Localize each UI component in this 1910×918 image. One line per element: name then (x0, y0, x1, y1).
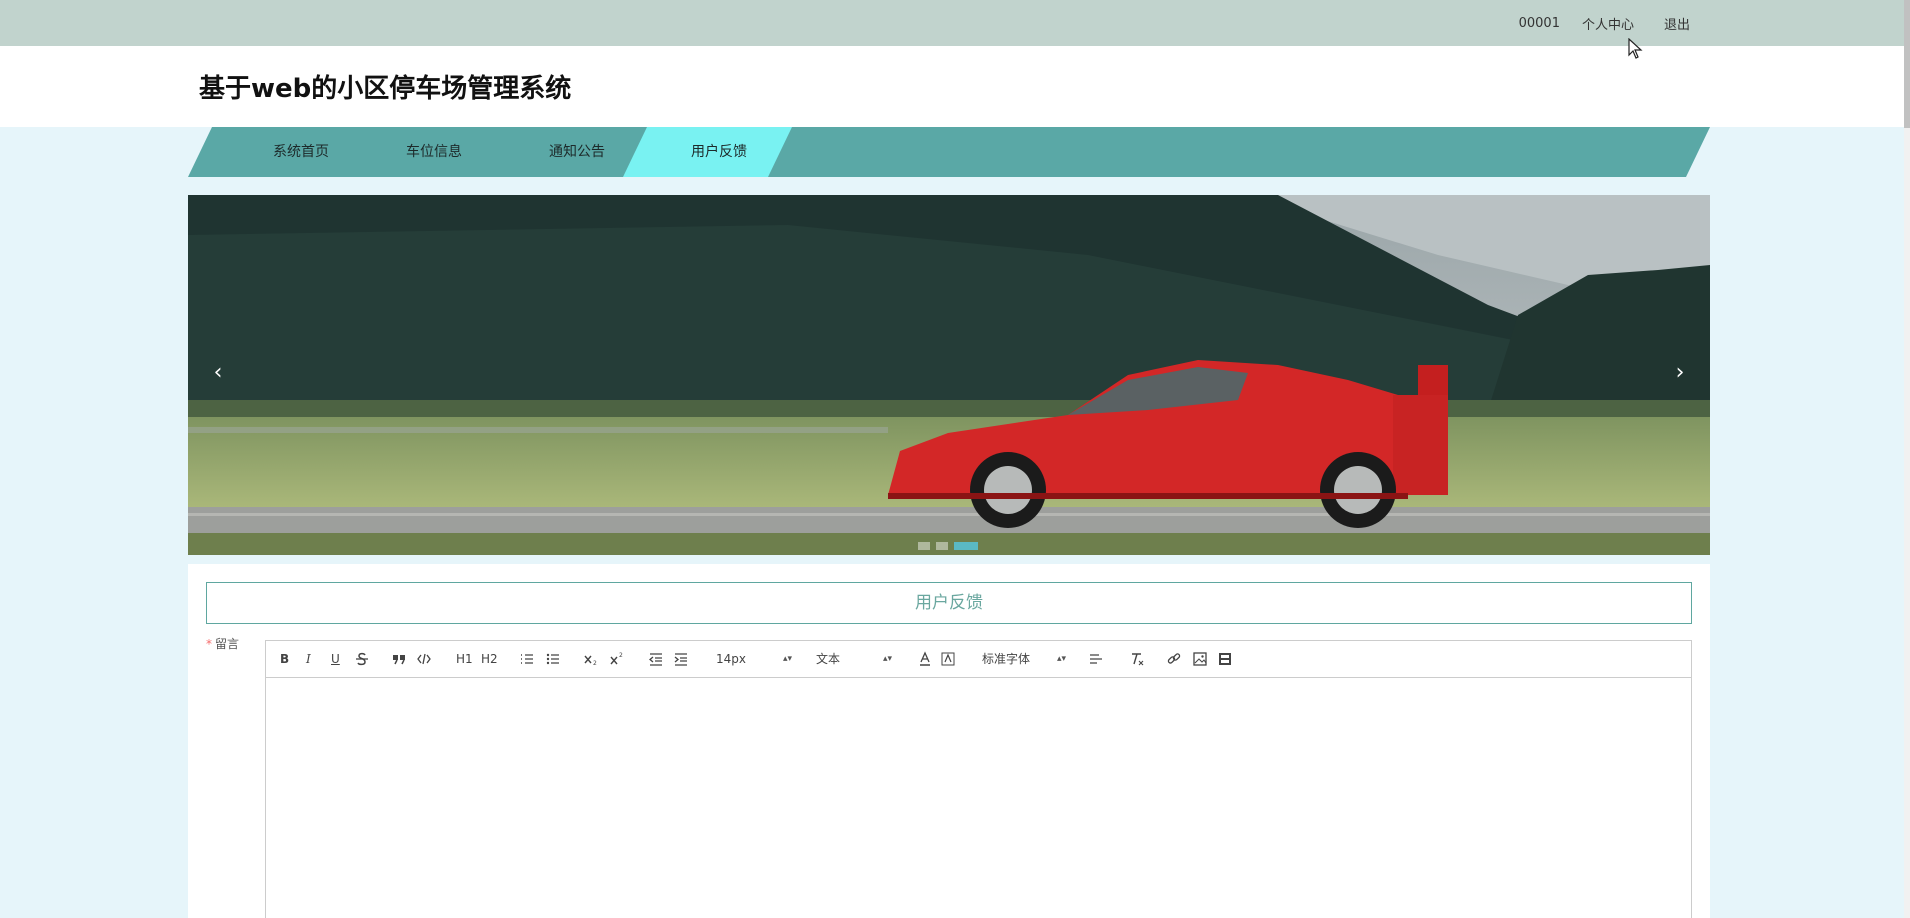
required-mark: * (206, 637, 212, 651)
svg-text:2: 2 (619, 652, 623, 659)
feedback-panel: 用户反馈 * 留言 B I U H1 H2 2 2 14px ▴▾ 文本 ▴▾ 标准字… (188, 564, 1710, 918)
banner-prev-arrow[interactable]: ‹ (208, 360, 228, 385)
header-picker[interactable]: 文本 ▴▾ (816, 649, 892, 669)
subscript-icon[interactable]: 2 (584, 650, 598, 668)
font-color-icon[interactable] (918, 650, 932, 668)
clear-format-icon[interactable] (1130, 650, 1144, 668)
font-size-picker[interactable]: 14px ▴▾ (716, 649, 792, 669)
profile-link[interactable]: 个人中心 (1582, 14, 1634, 33)
mouse-pointer-icon (1628, 38, 1643, 59)
link-icon[interactable] (1167, 650, 1181, 668)
h2-button[interactable]: H2 (481, 650, 498, 668)
site-header: 基于web的小区停车场管理系统 (0, 46, 1904, 127)
code-block-icon[interactable] (417, 650, 431, 668)
blockquote-icon[interactable] (392, 650, 406, 668)
indent-icon[interactable] (674, 650, 688, 668)
user-links: 00001 个人中心 退出 (1519, 0, 1690, 46)
chevron-updown-icon: ▴▾ (782, 654, 792, 664)
superscript-icon[interactable]: 2 (610, 650, 624, 668)
background-color-icon[interactable] (941, 650, 955, 668)
scrollbar-thumb[interactable] (1904, 0, 1910, 128)
nav-item-home[interactable]: 系统首页 (236, 127, 366, 177)
main-nav: 系统首页 车位信息 通知公告 用户反馈 (188, 127, 1710, 177)
underline-button[interactable]: U (331, 650, 340, 668)
page-scrollbar[interactable] (1904, 0, 1910, 918)
banner-image-red-sports-car (188, 195, 1710, 555)
font-size-value: 14px (716, 652, 746, 666)
svg-text:2: 2 (593, 660, 597, 667)
bold-button[interactable]: B (280, 650, 289, 668)
message-label-text: 留言 (215, 637, 240, 651)
feedback-title: 用户反馈 (206, 582, 1692, 624)
bullet-list-icon[interactable] (546, 650, 560, 668)
nav-item-notice[interactable]: 通知公告 (502, 127, 652, 177)
banner-dot[interactable] (936, 542, 948, 550)
user-bar: 00001 个人中心 退出 (0, 0, 1904, 46)
site-title: 基于web的小区停车场管理系统 (199, 74, 572, 104)
nav-item-feedback[interactable]: 用户反馈 (654, 127, 784, 177)
banner-dot[interactable] (918, 542, 930, 550)
strike-icon[interactable] (355, 650, 369, 668)
banner-carousel[interactable]: ‹ › (188, 195, 1710, 555)
editor-toolbar: B I U H1 H2 2 2 14px ▴▾ 文本 ▴▾ 标准字体 ▴▾ (266, 641, 1691, 678)
user-id: 00001 (1518, 15, 1560, 31)
ordered-list-icon[interactable] (520, 650, 534, 668)
logout-link[interactable]: 退出 (1664, 14, 1690, 33)
video-icon[interactable] (1218, 650, 1232, 668)
header-value: 文本 (816, 652, 841, 666)
banner-next-arrow[interactable]: › (1670, 360, 1690, 385)
align-icon[interactable] (1089, 650, 1103, 668)
font-family-value: 标准字体 (982, 652, 1031, 666)
italic-button[interactable]: I (306, 650, 311, 668)
chevron-updown-icon: ▴▾ (1056, 654, 1066, 664)
banner-indicators (918, 542, 978, 550)
banner-dot-active[interactable] (954, 542, 978, 550)
nav-item-parking[interactable]: 车位信息 (366, 127, 502, 177)
outdent-icon[interactable] (649, 650, 663, 668)
rich-text-editor: B I U H1 H2 2 2 14px ▴▾ 文本 ▴▾ 标准字体 ▴▾ (265, 640, 1692, 918)
message-label: * 留言 (206, 635, 239, 652)
image-icon[interactable] (1193, 650, 1207, 668)
font-family-picker[interactable]: 标准字体 ▴▾ (982, 649, 1066, 669)
chevron-updown-icon: ▴▾ (882, 654, 892, 664)
h1-button[interactable]: H1 (456, 650, 473, 668)
